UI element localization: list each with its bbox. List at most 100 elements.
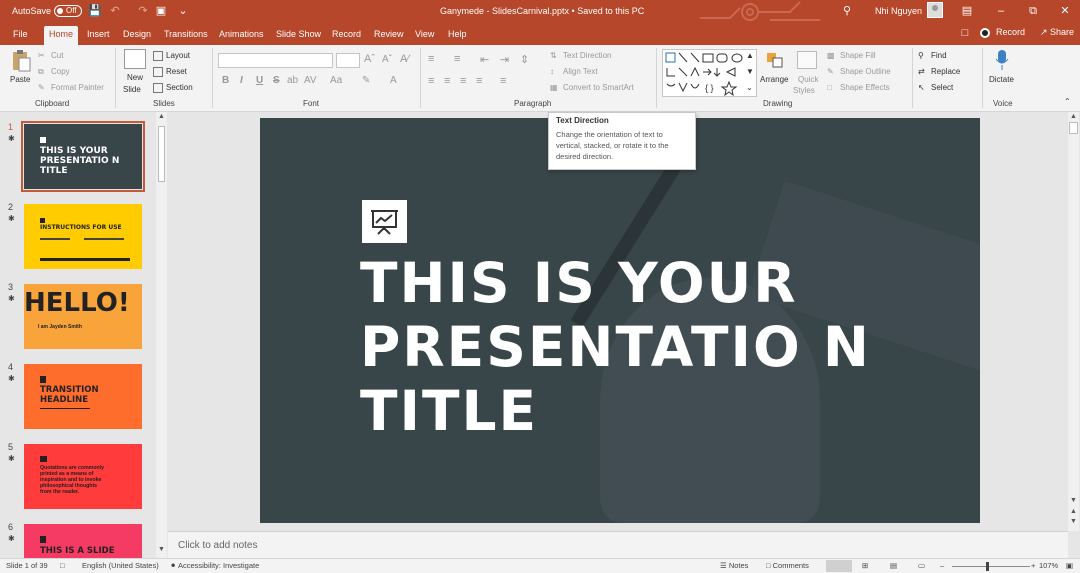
decrease-indent-icon[interactable]: ⇤ bbox=[480, 53, 489, 66]
fit-to-window-icon[interactable]: ▣ bbox=[1066, 561, 1073, 570]
tab-home[interactable]: Home bbox=[44, 26, 79, 45]
slide-canvas[interactable]: THIS IS YOUR PRESENTATIO N TITLE bbox=[260, 118, 980, 523]
customize-qat-icon[interactable]: ⌄ bbox=[176, 4, 190, 18]
section-button[interactable]: Section bbox=[153, 83, 193, 93]
avatar[interactable] bbox=[927, 2, 943, 18]
restore-icon[interactable]: ⧉ bbox=[1026, 4, 1040, 18]
new-slide-icon[interactable] bbox=[124, 49, 146, 69]
tab-file[interactable]: File bbox=[8, 26, 33, 45]
scroll-up-icon[interactable]: ▲ bbox=[158, 113, 165, 120]
increase-font-icon[interactable]: Aˆ bbox=[364, 53, 375, 65]
share-button[interactable]: ↗ Share bbox=[1040, 27, 1074, 38]
change-case-button[interactable]: Aa bbox=[330, 75, 342, 86]
notes-placeholder[interactable]: Click to add notes bbox=[178, 540, 258, 551]
slide-thumbnail-4[interactable]: TRANSITION HEADLINE bbox=[24, 364, 142, 429]
increase-indent-icon[interactable]: ⇥ bbox=[500, 53, 509, 66]
new-slide-button[interactable]: New bbox=[127, 73, 143, 82]
tab-slide-show[interactable]: Slide Show bbox=[271, 26, 326, 45]
underline-button[interactable]: U bbox=[256, 75, 263, 86]
comments-icon[interactable]: □ bbox=[958, 26, 972, 40]
autosave-toggle[interactable]: Off bbox=[54, 5, 82, 17]
cut-button[interactable]: ✂ Cut bbox=[38, 51, 63, 61]
tab-design[interactable]: Design bbox=[118, 26, 156, 45]
tab-review[interactable]: Review bbox=[369, 26, 409, 45]
arrange-button[interactable]: Arrange bbox=[760, 75, 788, 84]
slideshow-icon[interactable]: ▭ bbox=[918, 561, 925, 570]
shapes-scroll-down-icon[interactable]: ▼ bbox=[746, 67, 754, 76]
normal-view-button[interactable] bbox=[826, 560, 852, 572]
justify-icon[interactable]: ≡ bbox=[476, 75, 482, 87]
record-button[interactable]: Record bbox=[980, 27, 1025, 38]
tab-transitions[interactable]: Transitions bbox=[159, 26, 213, 45]
numbering-icon[interactable]: ≡ bbox=[454, 53, 460, 65]
shape-outline-button[interactable]: ✎ Shape Outline bbox=[827, 67, 891, 77]
italic-button[interactable]: I bbox=[240, 75, 243, 86]
zoom-level[interactable]: 107% bbox=[1039, 561, 1058, 570]
tab-view[interactable]: View bbox=[410, 26, 439, 45]
shapes-more-icon[interactable]: ⌄ bbox=[746, 83, 753, 92]
smartart-button[interactable]: ▦ Convert to SmartArt bbox=[550, 83, 634, 93]
close-icon[interactable]: ✕ bbox=[1058, 4, 1072, 18]
scroll-down-icon[interactable]: ▼ bbox=[158, 546, 165, 553]
clear-format-icon[interactable]: A⁄ bbox=[400, 53, 409, 65]
scroll-down-icon[interactable]: ▼ bbox=[1070, 497, 1077, 504]
zoom-in-icon[interactable]: + bbox=[1031, 561, 1035, 570]
notes-pane[interactable]: Click to add notes bbox=[168, 531, 1068, 558]
notes-button[interactable]: ☰ Notes bbox=[720, 561, 748, 570]
align-left-icon[interactable]: ≡ bbox=[428, 75, 434, 87]
microphone-icon[interactable] bbox=[995, 49, 1009, 71]
spelling-icon[interactable]: □ bbox=[60, 561, 65, 570]
layout-button[interactable]: Layout bbox=[153, 51, 190, 61]
dictate-button[interactable]: Dictate bbox=[989, 75, 1014, 84]
reset-button[interactable]: Reset bbox=[153, 67, 187, 77]
align-text-button[interactable]: ↕ Align Text bbox=[550, 67, 598, 77]
text-direction-button[interactable]: ⇅ Text Direction bbox=[550, 51, 611, 61]
highlight-icon[interactable]: ✎ bbox=[362, 75, 370, 86]
ribbon-display-icon[interactable]: ▤ bbox=[960, 4, 974, 18]
undo-icon[interactable]: ↶ bbox=[108, 4, 122, 18]
shapes-scroll-up-icon[interactable]: ▲ bbox=[746, 51, 754, 60]
thumbnails-scrollbar[interactable]: ▲ ▼ bbox=[156, 112, 167, 558]
reading-view-icon[interactable]: ▤ bbox=[890, 561, 897, 570]
replace-button[interactable]: ⇄ Replace bbox=[918, 67, 960, 77]
paste-icon[interactable] bbox=[10, 49, 32, 72]
scrollbar-thumb[interactable] bbox=[1069, 122, 1078, 134]
minimize-icon[interactable]: – bbox=[994, 4, 1008, 18]
tab-record[interactable]: Record bbox=[327, 26, 366, 45]
shape-fill-button[interactable]: ▩ Shape Fill bbox=[827, 51, 876, 61]
present-icon[interactable]: ▣ bbox=[154, 4, 168, 18]
tab-help[interactable]: Help bbox=[443, 26, 472, 45]
align-right-icon[interactable]: ≡ bbox=[460, 75, 466, 87]
slide-thumbnail-1[interactable]: THIS IS YOUR PRESENTATIO N TITLE bbox=[21, 121, 145, 192]
shadow-button[interactable]: ab bbox=[287, 75, 298, 86]
zoom-slider-thumb[interactable] bbox=[986, 562, 989, 571]
font-size-combo[interactable] bbox=[336, 53, 360, 68]
new-slide-label[interactable]: Slide bbox=[123, 85, 141, 94]
slide-thumbnail-6[interactable]: THIS IS A SLIDE bbox=[24, 524, 142, 558]
collapse-ribbon-icon[interactable]: ⌃ bbox=[1064, 97, 1071, 106]
search-icon[interactable]: ⚲ bbox=[840, 4, 854, 18]
presentation-icon[interactable] bbox=[362, 200, 407, 243]
quick-styles-label[interactable]: Styles bbox=[793, 86, 815, 95]
format-painter-button[interactable]: ✎ Format Painter bbox=[38, 83, 104, 93]
slide-scrollbar[interactable]: ▲ ▼ ▲ ▼ bbox=[1068, 112, 1079, 531]
previous-slide-icon[interactable]: ▲ bbox=[1070, 508, 1077, 515]
line-spacing-icon[interactable]: ⇕ bbox=[520, 53, 529, 66]
font-name-combo[interactable] bbox=[218, 53, 333, 68]
zoom-out-icon[interactable]: – bbox=[940, 561, 944, 570]
next-slide-icon[interactable]: ▼ bbox=[1070, 518, 1077, 525]
comments-button[interactable]: □ Comments bbox=[766, 561, 809, 570]
select-button[interactable]: ↖ Select bbox=[918, 83, 953, 93]
paste-button[interactable]: Paste bbox=[10, 75, 30, 84]
arrange-icon[interactable] bbox=[765, 51, 785, 69]
redo-icon[interactable]: ↷ bbox=[136, 4, 150, 18]
slide-sorter-icon[interactable]: ⊞ bbox=[862, 561, 868, 570]
quick-styles-icon[interactable] bbox=[797, 51, 817, 69]
bold-button[interactable]: B bbox=[222, 75, 229, 86]
columns-icon[interactable]: ≡ bbox=[500, 75, 506, 87]
scroll-up-icon[interactable]: ▲ bbox=[1070, 113, 1077, 120]
tab-insert[interactable]: Insert bbox=[82, 26, 115, 45]
slide-thumbnail-5[interactable]: Quotations are commonly printed as a mea… bbox=[24, 444, 142, 509]
strikethrough-button[interactable]: S bbox=[273, 75, 280, 86]
slide-thumbnail-2[interactable]: INSTRUCTIONS FOR USE bbox=[24, 204, 142, 269]
